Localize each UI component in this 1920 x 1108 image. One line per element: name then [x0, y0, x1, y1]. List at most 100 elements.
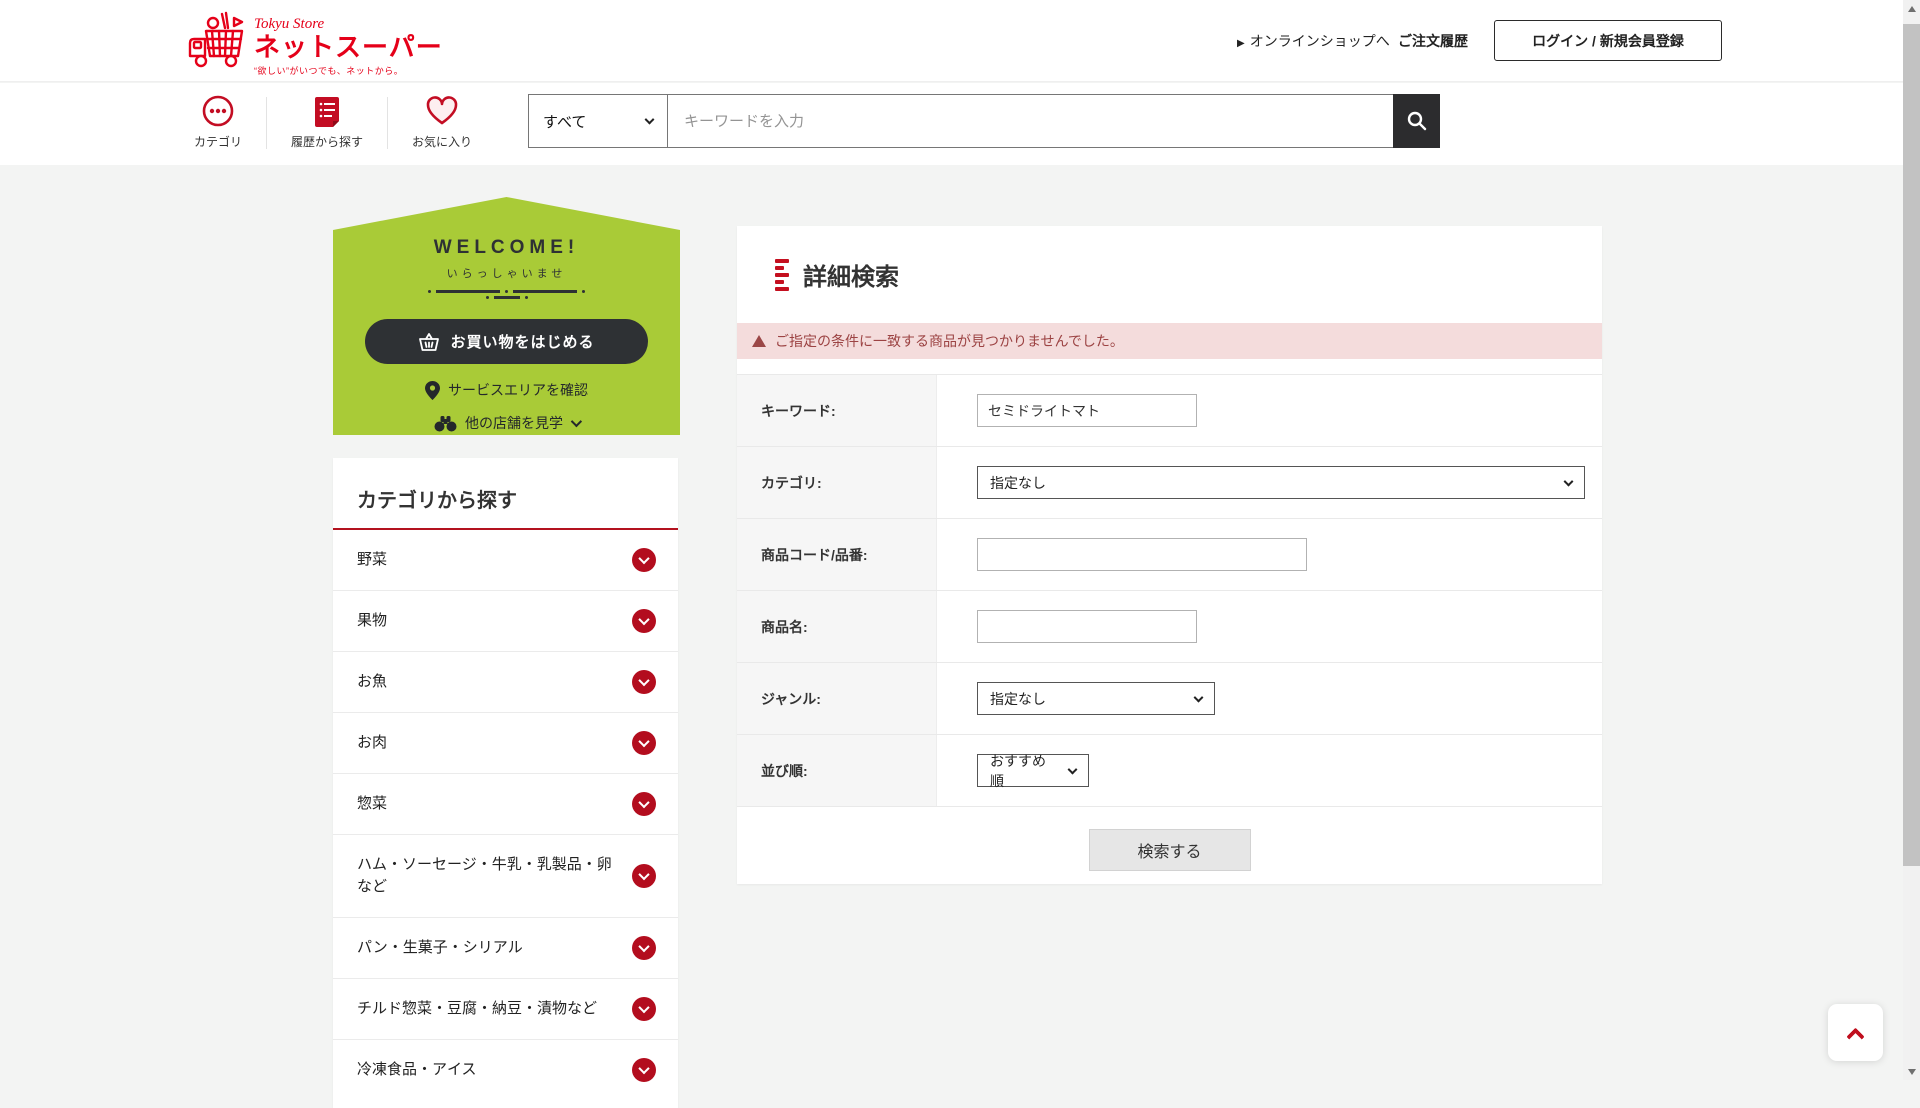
welcome-panel: WELCOME! いらっしゃいませ お買い物をはじめる サービスエリアを確認 他…	[333, 197, 680, 435]
category-label: ハム・ソーセージ・牛乳・乳製品・卵など	[357, 856, 612, 895]
online-shop-label: オンラインショップへ	[1249, 33, 1390, 49]
binoculars-icon	[434, 415, 457, 431]
brand-tagline: “欲しい”がいつでも、ネットから。	[254, 65, 404, 76]
nav-item-favorites[interactable]: お気に入り	[388, 91, 496, 155]
select-value: 指定なし	[990, 690, 1046, 707]
online-shop-link[interactable]: ▶ オンラインショップへ	[1237, 31, 1390, 51]
scrollbar-down-arrow[interactable]	[1903, 1063, 1920, 1080]
category-item-fruits[interactable]: 果物	[333, 590, 678, 651]
select-value: 指定なし	[990, 474, 1046, 491]
warning-triangle-icon	[752, 335, 766, 347]
field-label: 商品コード/品番:	[737, 519, 937, 590]
login-register-button[interactable]: ログイン / 新規会員登録	[1494, 20, 1722, 61]
category-label: お肉	[357, 734, 388, 751]
field-label: カテゴリ:	[737, 447, 937, 518]
basket-icon	[419, 332, 440, 351]
scrollbar-up-arrow[interactable]	[1903, 0, 1920, 17]
ellipsis-circle-icon	[201, 91, 235, 131]
chevron-down-circle-icon[interactable]	[632, 864, 656, 888]
chevron-down-circle-icon[interactable]	[632, 731, 656, 755]
category-item-dairy-eggs[interactable]: ハム・ソーセージ・牛乳・乳製品・卵など	[333, 834, 678, 917]
keyword-field[interactable]	[977, 394, 1197, 427]
other-stores-label: 他の店舗を見学	[465, 415, 563, 431]
red-bars-icon	[775, 258, 789, 291]
category-item-fish[interactable]: お魚	[333, 651, 678, 712]
chevron-up-icon	[1846, 1027, 1865, 1046]
scroll-to-top-button[interactable]	[1828, 1004, 1883, 1061]
form-row-keyword: キーワード:	[737, 375, 1602, 447]
heart-icon	[424, 91, 460, 131]
error-message-bar: ご指定の条件に一致する商品が見つかりませんでした。	[737, 323, 1602, 359]
service-area-label: サービスエリアを確認	[448, 382, 588, 398]
detail-search-panel: 詳細検索 ご指定の条件に一致する商品が見つかりませんでした。 キーワード: カテ…	[737, 226, 1602, 884]
welcome-subtitle: いらっしゃいませ	[446, 268, 567, 280]
search-input[interactable]	[668, 94, 1393, 148]
category-item-vegetables[interactable]: 野菜	[333, 530, 678, 590]
magnifier-icon	[1407, 111, 1426, 131]
product-code-field[interactable]	[977, 538, 1307, 571]
start-shopping-button[interactable]: お買い物をはじめる	[365, 319, 648, 364]
nav-label: お気に入り	[412, 135, 473, 149]
category-label: チルド惣菜・豆腐・納豆・漬物など	[357, 1000, 598, 1017]
category-item-meat[interactable]: お肉	[333, 712, 678, 773]
genre-select[interactable]: 指定なし	[977, 682, 1215, 715]
decorative-divider	[428, 290, 585, 299]
chevron-down-circle-icon[interactable]	[632, 792, 656, 816]
category-item-bread-cereal[interactable]: パン・生菓子・シリアル	[333, 917, 678, 978]
chevron-down-circle-icon[interactable]	[632, 670, 656, 694]
chevron-down-circle-icon[interactable]	[632, 997, 656, 1021]
product-name-field[interactable]	[977, 610, 1197, 643]
welcome-title: WELCOME!	[433, 237, 580, 258]
error-message: ご指定の条件に一致する商品が見つかりませんでした。	[775, 333, 1124, 349]
quick-nav: カテゴリ 履歴から探す お気に入り	[170, 91, 496, 155]
category-item-chilled[interactable]: チルド惣菜・豆腐・納豆・漬物など	[333, 978, 678, 1039]
category-list: 野菜 果物 お魚 お肉 惣菜 ハム・ソーセージ・牛乳・乳製品・卵など パン・生菓…	[333, 530, 678, 1100]
chevron-down-icon	[644, 114, 655, 125]
header: Tokyu Store ネットスーパー “欲しい”がいつでも、ネットから。 ▶ オ…	[0, 0, 1903, 82]
scrollbar-thumb[interactable]	[1903, 24, 1920, 866]
category-label: 果物	[357, 612, 388, 629]
category-label: お魚	[357, 673, 388, 690]
field-label: キーワード:	[737, 375, 937, 446]
sort-order-select[interactable]: おすすめ順	[977, 753, 1089, 789]
service-area-link[interactable]: サービスエリアを確認	[425, 380, 588, 400]
search-button[interactable]	[1393, 94, 1440, 148]
search-scope-select[interactable]: すべて	[528, 94, 668, 148]
map-pin-icon	[425, 380, 440, 400]
panel-title-row: 詳細検索	[737, 226, 1602, 323]
brand-name-en: Tokyu Store	[254, 16, 325, 32]
detail-search-form: キーワード: カテゴリ: 指定なし 商品コード/品番: 商品名:	[737, 374, 1602, 807]
search-bar: すべて	[528, 94, 1440, 148]
chevron-down-circle-icon[interactable]	[632, 548, 656, 572]
category-item-frozen[interactable]: 冷凍食品・アイス	[333, 1039, 678, 1100]
chevron-down-circle-icon[interactable]	[632, 1058, 656, 1082]
form-row-genre: ジャンル: 指定なし	[737, 663, 1602, 735]
category-panel-title: カテゴリから探す	[357, 490, 517, 512]
submit-search-button[interactable]: 検索する	[1088, 829, 1251, 871]
nav-label: カテゴリ	[194, 135, 243, 149]
search-scope-value: すべて	[543, 113, 587, 131]
start-shopping-label: お買い物をはじめる	[450, 334, 595, 351]
page-scrollbar[interactable]	[1903, 0, 1920, 1080]
nav-item-category[interactable]: カテゴリ	[170, 91, 266, 155]
form-row-product-name: 商品名:	[737, 591, 1602, 663]
field-label: ジャンル:	[737, 663, 937, 734]
form-row-sort-order: 並び順: おすすめ順	[737, 735, 1602, 807]
logo[interactable]: Tokyu Store ネットスーパー “欲しい”がいつでも、ネットから。	[186, 6, 443, 77]
chevron-down-circle-icon[interactable]	[632, 936, 656, 960]
field-label: 商品名:	[737, 591, 937, 662]
other-stores-link[interactable]: 他の店舗を見学	[434, 413, 583, 433]
chevron-down-circle-icon[interactable]	[632, 609, 656, 633]
arrow-right-icon: ▶	[1237, 38, 1245, 49]
category-panel: カテゴリから探す 野菜 果物 お魚 お肉 惣菜 ハム・ソーセージ・牛乳・乳製品・…	[333, 458, 678, 1108]
category-select[interactable]: 指定なし	[977, 466, 1585, 499]
order-history-label: ご注文履歴	[1398, 33, 1468, 49]
category-item-deli[interactable]: 惣菜	[333, 773, 678, 834]
nav-item-history[interactable]: 履歴から探す	[267, 91, 387, 155]
select-value: おすすめ順	[990, 752, 1046, 789]
login-register-label: ログイン / 新規会員登録	[1532, 32, 1684, 49]
order-history-link[interactable]: ご注文履歴	[1398, 31, 1468, 51]
category-label: 冷凍食品・アイス	[357, 1061, 477, 1078]
field-label: 並び順:	[737, 735, 937, 806]
form-row-product-code: 商品コード/品番:	[737, 519, 1602, 591]
